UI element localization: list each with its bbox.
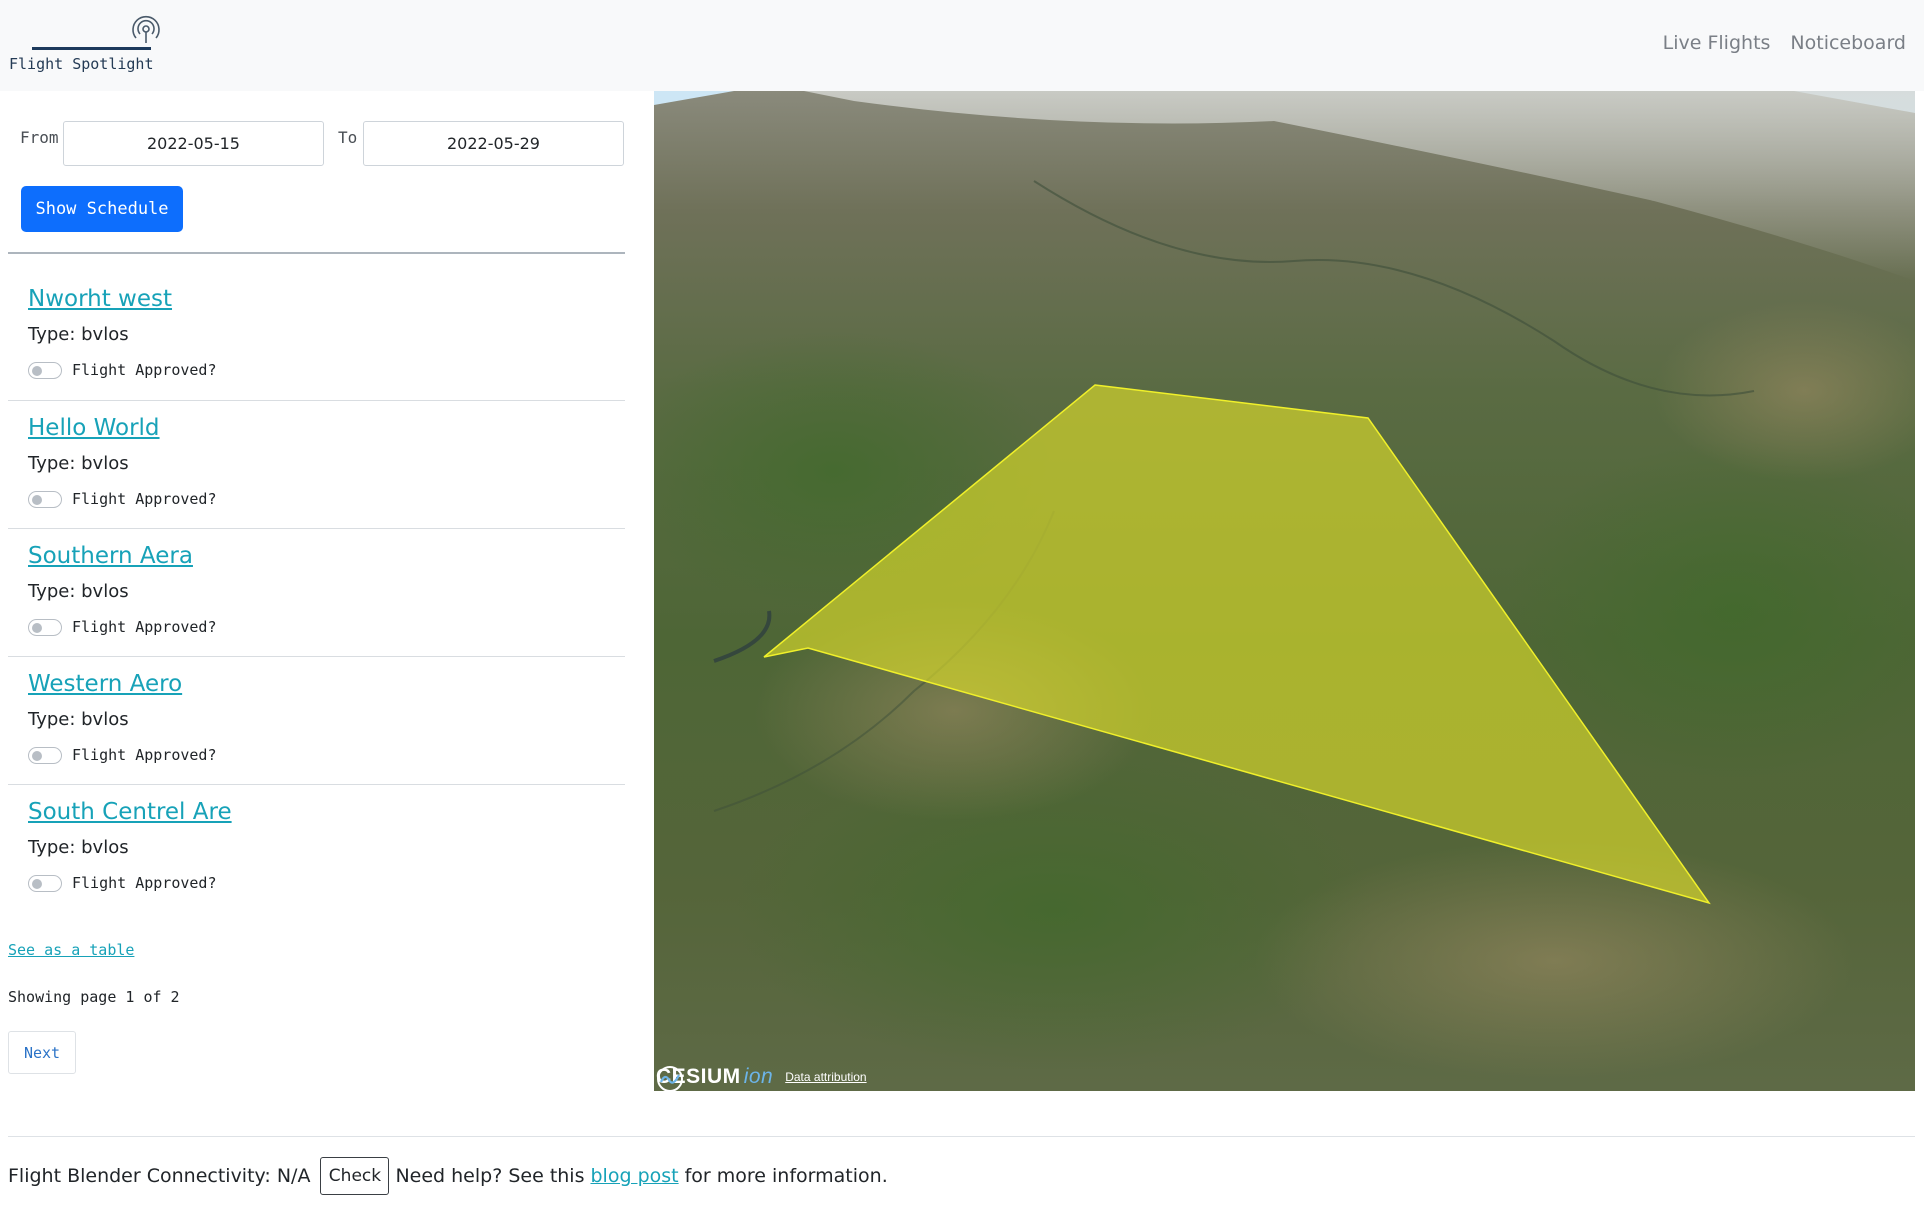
brand-name: Flight Spotlight <box>9 55 154 73</box>
approval-toggle[interactable] <box>28 747 62 764</box>
nav-live-flights[interactable]: Live Flights <box>1663 32 1771 54</box>
show-schedule-button[interactable]: Show Schedule <box>21 186 183 232</box>
approval-toggle[interactable] <box>28 362 62 379</box>
operations-list: Nworht west Type: bvlos Flight Approved?… <box>8 272 625 912</box>
toggle-knob <box>32 622 42 633</box>
divider <box>8 252 625 254</box>
operation-card: South Centrel Are Type: bvlos Flight App… <box>8 784 625 912</box>
pagination-info: Showing page 1 of 2 <box>8 988 180 1006</box>
cesium-badge: CESIUM ion Data attribution <box>656 1065 867 1091</box>
toggle-knob <box>32 750 42 761</box>
see-as-table-link[interactable]: See as a table <box>8 941 134 959</box>
toggle-knob <box>32 878 42 889</box>
connectivity-status: Flight Blender Connectivity: N/A <box>8 1165 311 1187</box>
from-date-input[interactable] <box>63 121 324 166</box>
nav-links: Live Flights Noticeboard <box>1663 32 1906 54</box>
nav-noticeboard[interactable]: Noticeboard <box>1790 32 1906 54</box>
approval-label: Flight Approved? <box>72 746 217 764</box>
operation-card: Hello World Type: bvlos Flight Approved? <box>8 400 625 528</box>
footer: Flight Blender Connectivity: N/A Check N… <box>8 1157 888 1195</box>
operation-title-link[interactable]: Western Aero <box>28 671 182 697</box>
operation-title-link[interactable]: South Centrel Are <box>28 799 232 825</box>
brand-logo[interactable]: Flight Spotlight <box>9 12 160 78</box>
approval-label: Flight Approved? <box>72 361 217 379</box>
operation-card: Southern Aera Type: bvlos Flight Approve… <box>8 528 625 656</box>
to-label: To <box>338 128 358 147</box>
check-connectivity-button[interactable]: Check <box>320 1157 390 1195</box>
operation-type: Type: bvlos <box>28 837 129 858</box>
footer-divider <box>8 1136 1915 1137</box>
data-attribution-link[interactable]: Data attribution <box>785 1070 866 1084</box>
approval-toggle[interactable] <box>28 875 62 892</box>
operation-type: Type: bvlos <box>28 324 129 345</box>
toggle-knob <box>32 365 42 376</box>
toggle-knob <box>32 494 42 505</box>
terrain-view <box>654 91 1915 1091</box>
cesium-logo-icon <box>657 1066 683 1091</box>
approval-toggle[interactable] <box>28 619 62 636</box>
top-navbar: Flight Spotlight Live Flights Noticeboar… <box>0 0 1924 91</box>
operation-type: Type: bvlos <box>28 709 129 730</box>
help-text-prefix: Need help? See this <box>395 1165 585 1187</box>
to-date-input[interactable] <box>363 121 624 166</box>
approval-label: Flight Approved? <box>72 618 217 636</box>
from-label: From <box>20 128 59 147</box>
broadcast-icon <box>132 15 160 43</box>
approval-label: Flight Approved? <box>72 874 217 892</box>
map-viewer[interactable]: CESIUM ion Data attribution <box>654 91 1915 1091</box>
operation-type: Type: bvlos <box>28 581 129 602</box>
operation-card: Nworht west Type: bvlos Flight Approved? <box>8 272 625 400</box>
approval-toggle[interactable] <box>28 491 62 508</box>
brand-underline <box>32 47 151 50</box>
help-text-suffix: for more information. <box>684 1165 888 1187</box>
operation-card: Western Aero Type: bvlos Flight Approved… <box>8 656 625 784</box>
operation-title-link[interactable]: Southern Aera <box>28 543 193 569</box>
operation-type: Type: bvlos <box>28 453 129 474</box>
blog-post-link[interactable]: blog post <box>591 1165 679 1187</box>
operation-title-link[interactable]: Hello World <box>28 415 160 441</box>
next-page-button[interactable]: Next <box>8 1031 76 1074</box>
operation-title-link[interactable]: Nworht west <box>28 286 172 312</box>
approval-label: Flight Approved? <box>72 490 217 508</box>
